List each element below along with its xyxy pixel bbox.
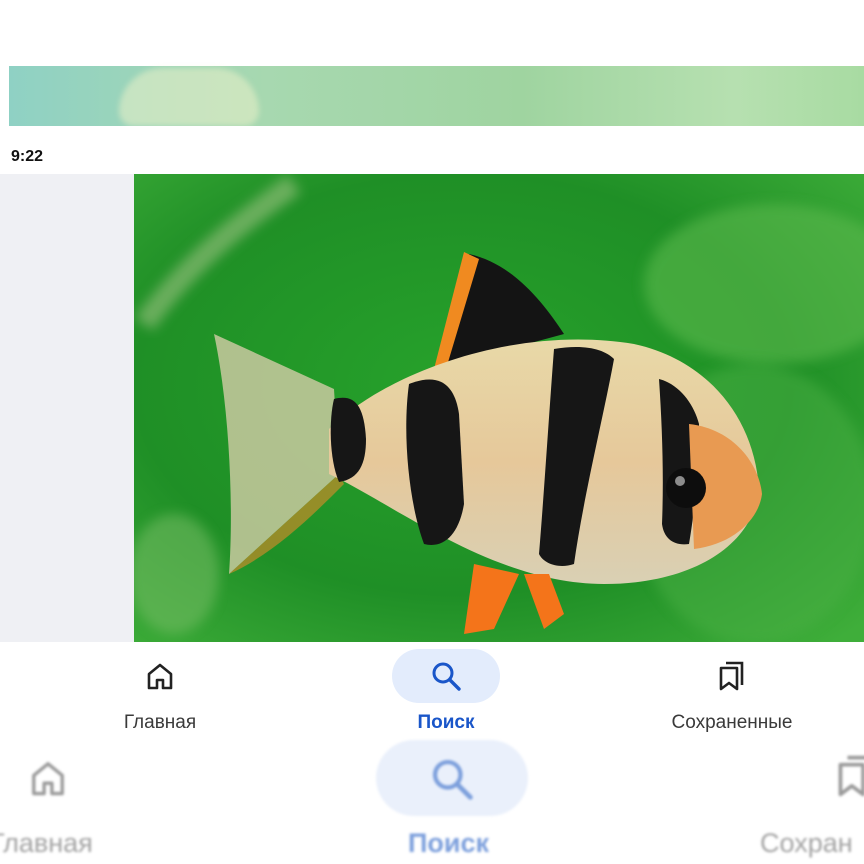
nav-item-search-label: Поиск <box>417 712 475 733</box>
search-icon <box>432 759 473 800</box>
nav-item-search[interactable]: Поиск <box>346 642 546 738</box>
fish-photo[interactable] <box>134 174 864 642</box>
nav-item-saved[interactable]: Сохраненные <box>632 642 832 738</box>
nav-item-saved-label: Сохраненные <box>671 712 793 733</box>
bookmarks-icon <box>838 755 864 797</box>
status-bar <box>0 126 864 174</box>
bookmarks-icon <box>719 661 744 691</box>
search-icon <box>432 662 461 691</box>
nav-item-home[interactable]: Главная <box>60 642 260 738</box>
bottom-navigation: Главная Поиск Сохраненные <box>0 642 864 738</box>
background-top <box>0 0 864 66</box>
home-icon <box>32 762 64 796</box>
background-blurred-banner <box>9 66 864 126</box>
background-bottom-navigation: Главная Поиск Сохран <box>0 738 864 864</box>
background-nav-home-label: Главная <box>0 828 93 858</box>
status-time: 9:22 <box>11 148 44 165</box>
background-nav-search-label: Поиск <box>408 828 490 858</box>
home-icon <box>147 663 173 690</box>
side-panel <box>0 174 134 642</box>
fish-illustration <box>134 174 864 642</box>
background-nav-saved-label: Сохран <box>760 828 853 858</box>
nav-item-home-label: Главная <box>123 712 197 733</box>
